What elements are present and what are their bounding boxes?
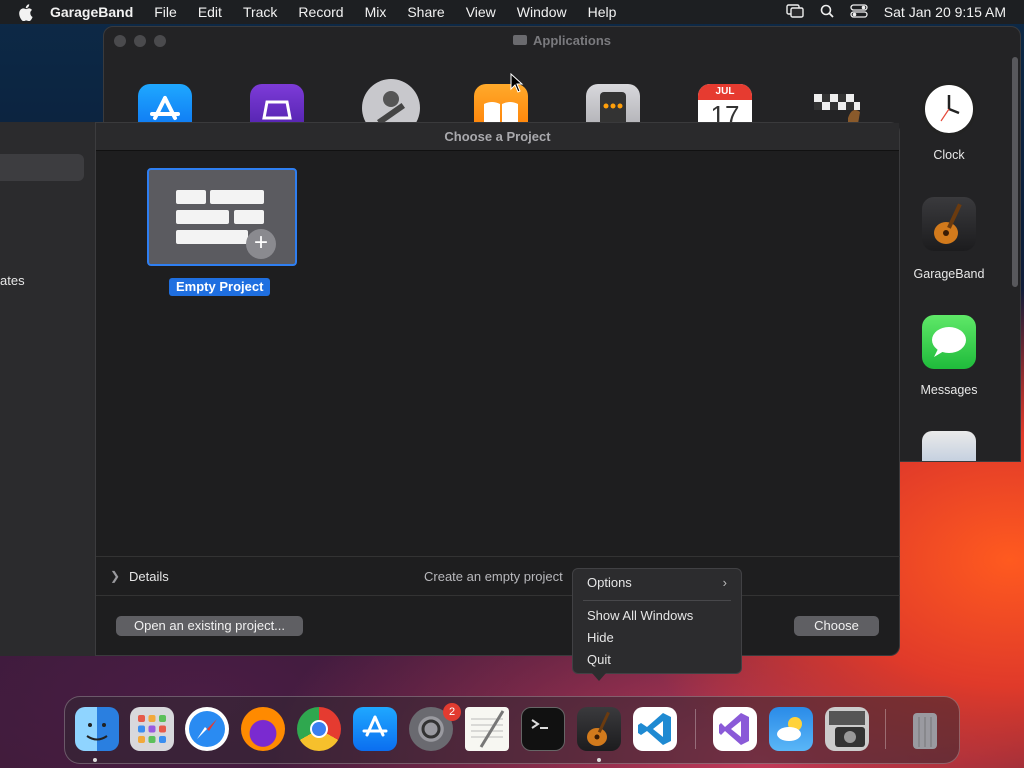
project-sidebar: ates (0, 122, 96, 656)
garageband-label: GarageBand (913, 267, 985, 281)
dialog-title: Choose a Project (96, 123, 899, 151)
menu-view[interactable]: View (466, 4, 496, 20)
sidebar-item-templates[interactable]: ates (0, 273, 25, 288)
finder-title: Applications (532, 32, 611, 48)
garageband-dock-icon[interactable] (577, 707, 621, 751)
screen-mirroring-icon[interactable] (786, 3, 804, 21)
clock-icon (922, 82, 976, 136)
menu-track[interactable]: Track (243, 4, 277, 20)
menu-item-options[interactable]: Options (587, 575, 632, 590)
garageband-app[interactable]: GarageBand (909, 197, 989, 281)
dock-separator (695, 709, 696, 749)
messages-icon (922, 315, 976, 369)
minimize-button[interactable] (134, 35, 146, 47)
clock-app[interactable]: Clock (909, 82, 989, 162)
trash-dock-icon[interactable] (903, 707, 947, 751)
menu-separator (583, 600, 731, 601)
image-capture-dock-icon[interactable] (825, 707, 869, 751)
menu-file[interactable]: File (154, 4, 177, 20)
open-existing-project-button[interactable]: Open an existing project... (116, 616, 303, 636)
template-label[interactable]: Empty Project (169, 278, 271, 296)
weather-dock-icon[interactable] (769, 707, 813, 751)
finder-titlebar: Applications (104, 27, 1020, 53)
preview-icon (922, 431, 976, 461)
preview-app[interactable] (909, 431, 989, 461)
zoom-button[interactable] (154, 35, 166, 47)
calendar-month: JUL (698, 84, 752, 100)
template-block (176, 190, 206, 204)
vscode-dock-icon[interactable] (633, 707, 677, 751)
choose-project-dialog: Choose a Project + Empty Project ❯ Detai… (96, 122, 900, 656)
context-menu-pointer (592, 673, 606, 681)
search-icon[interactable] (820, 4, 834, 21)
menu-app-name[interactable]: GarageBand (50, 4, 133, 20)
template-block (210, 190, 264, 204)
submenu-arrow-icon: › (722, 575, 727, 590)
menu-item-hide[interactable]: Hide (587, 630, 614, 645)
control-center-icon[interactable] (850, 3, 868, 21)
running-indicator (597, 758, 601, 762)
menu-bar: GarageBand File Edit Track Record Mix Sh… (0, 0, 1024, 24)
chrome-dock-icon[interactable] (297, 707, 341, 751)
template-block (234, 210, 264, 224)
template-block (176, 210, 229, 224)
menu-record[interactable]: Record (298, 4, 343, 20)
app-store-dock-icon[interactable] (353, 707, 397, 751)
terminal-dock-icon[interactable] (521, 707, 565, 751)
textedit-dock-icon[interactable] (465, 707, 509, 751)
running-indicator (93, 758, 97, 762)
details-row: ❯ Details Create an empty project (96, 556, 900, 596)
launchpad-dock-icon[interactable] (130, 707, 174, 751)
visual-studio-dock-icon[interactable] (713, 707, 757, 751)
finder-dock-icon[interactable] (75, 707, 119, 751)
template-block (176, 230, 248, 244)
clock-label: Clock (933, 148, 965, 162)
add-icon: + (246, 229, 276, 259)
apple-menu-icon[interactable] (18, 3, 36, 21)
garageband-icon (922, 197, 976, 251)
window-controls (114, 35, 166, 47)
menu-edit[interactable]: Edit (198, 4, 222, 20)
menu-window[interactable]: Window (517, 4, 567, 20)
menubar-clock[interactable]: Sat Jan 20 9:15 AM (884, 4, 1006, 20)
menu-share[interactable]: Share (407, 4, 444, 20)
mouse-pointer-icon (510, 72, 524, 98)
sidebar-selected-item[interactable] (0, 154, 84, 181)
safari-dock-icon[interactable] (185, 707, 229, 751)
close-button[interactable] (114, 35, 126, 47)
empty-project-template[interactable]: + (147, 168, 297, 266)
menu-help[interactable]: Help (588, 4, 617, 20)
details-toggle[interactable]: Details (129, 569, 169, 584)
choose-button[interactable]: Choose (794, 616, 879, 636)
template-description: Create an empty project (424, 569, 563, 584)
disclosure-chevron-icon[interactable]: ❯ (110, 569, 120, 583)
messages-app[interactable]: Messages (909, 315, 989, 397)
messages-label: Messages (920, 383, 978, 397)
firefox-dock-icon[interactable] (241, 707, 285, 751)
menu-item-quit[interactable]: Quit (587, 652, 611, 667)
dock-separator (885, 709, 886, 749)
menu-item-show-all-windows[interactable]: Show All Windows (587, 608, 693, 623)
dock: 2 (64, 696, 960, 764)
dock-context-menu: Options › Show All Windows Hide Quit (572, 568, 742, 674)
menu-mix[interactable]: Mix (365, 4, 387, 20)
folder-icon (512, 35, 527, 45)
notification-badge: 2 (443, 703, 461, 721)
finder-scrollbar[interactable] (1012, 57, 1018, 287)
